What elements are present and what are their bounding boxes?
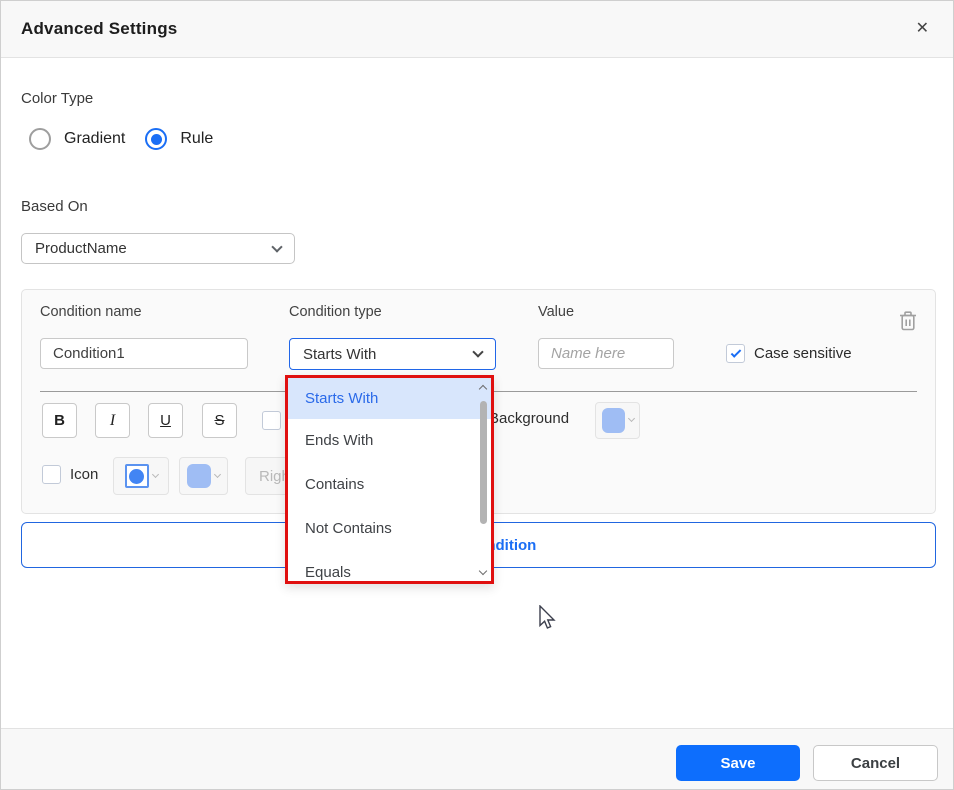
condition-type-label: Condition type bbox=[289, 304, 382, 320]
dialog-footer: Save Cancel bbox=[1, 728, 953, 789]
color-type-label: Color Type bbox=[21, 90, 94, 107]
radio-gradient-label[interactable]: Gradient bbox=[64, 130, 125, 148]
circle-shape-icon bbox=[124, 464, 149, 488]
color-swatch-icon bbox=[601, 408, 625, 433]
background-label: Background bbox=[489, 410, 570, 427]
condition-name-input[interactable] bbox=[40, 338, 248, 369]
cancel-button[interactable]: Cancel bbox=[813, 745, 938, 781]
dropdown-item-contains[interactable]: Contains bbox=[288, 463, 491, 507]
chevron-down-icon bbox=[213, 470, 222, 478]
italic-button[interactable]: I bbox=[95, 403, 130, 438]
dropdown-scrollbar[interactable] bbox=[475, 378, 491, 581]
based-on-select[interactable]: ProductName bbox=[21, 233, 295, 264]
chevron-down-icon bbox=[472, 346, 484, 358]
dropdown-item-not-contains[interactable]: Not Contains bbox=[288, 507, 491, 551]
font-color-checkbox[interactable] bbox=[262, 411, 281, 430]
radio-rule-label[interactable]: Rule bbox=[180, 130, 213, 148]
scroll-down-icon[interactable] bbox=[478, 566, 488, 576]
bold-button[interactable]: B bbox=[42, 403, 77, 438]
radio-rule[interactable] bbox=[145, 128, 168, 150]
page-title: Advanced Settings bbox=[21, 19, 178, 38]
dropdown-item-equals[interactable]: Equals bbox=[288, 551, 491, 581]
value-label: Value bbox=[538, 304, 575, 320]
delete-condition-button[interactable] bbox=[898, 310, 918, 335]
mouse-cursor-icon bbox=[538, 604, 557, 637]
radio-selected-dot-icon bbox=[150, 133, 162, 145]
condition-type-dropdown: Starts With Ends With Contains Not Conta… bbox=[285, 375, 494, 584]
scrollbar-thumb[interactable] bbox=[480, 401, 487, 524]
chevron-down-icon bbox=[627, 414, 635, 423]
icon-shape-picker[interactable] bbox=[113, 457, 169, 495]
save-button[interactable]: Save bbox=[676, 745, 800, 781]
dialog-header: Advanced Settings ✕ bbox=[1, 1, 953, 58]
underline-button[interactable]: U bbox=[148, 403, 183, 438]
condition-name-label: Condition name bbox=[40, 304, 142, 320]
dropdown-item-starts-with[interactable]: Starts With bbox=[288, 378, 491, 419]
check-icon bbox=[730, 346, 741, 358]
case-sensitive-checkbox[interactable] bbox=[726, 344, 745, 363]
case-sensitive-label[interactable]: Case sensitive bbox=[754, 345, 852, 362]
icon-checkbox[interactable] bbox=[42, 465, 61, 484]
case-sensitive-option: Case sensitive bbox=[726, 344, 852, 363]
radio-gradient[interactable] bbox=[29, 128, 51, 150]
condition-type-select[interactable]: Starts With bbox=[289, 338, 496, 370]
color-type-radio-group: Gradient Rule bbox=[29, 128, 213, 150]
trash-icon bbox=[900, 311, 916, 331]
advanced-settings-dialog: Advanced Settings ✕ Color Type Gradient … bbox=[0, 0, 954, 790]
based-on-label: Based On bbox=[21, 198, 88, 215]
value-input[interactable] bbox=[538, 338, 674, 369]
icon-label[interactable]: Icon bbox=[70, 466, 98, 483]
close-icon[interactable]: ✕ bbox=[912, 17, 933, 41]
chevron-down-icon bbox=[271, 240, 283, 253]
condition-type-value: Starts With bbox=[303, 345, 377, 363]
strikethrough-button[interactable]: S bbox=[202, 403, 237, 438]
chevron-down-icon bbox=[151, 470, 159, 478]
color-swatch-icon bbox=[187, 464, 211, 488]
based-on-value: ProductName bbox=[35, 240, 127, 257]
scroll-up-icon[interactable] bbox=[478, 384, 488, 394]
dropdown-item-ends-with[interactable]: Ends With bbox=[288, 419, 491, 463]
icon-color-picker[interactable] bbox=[179, 457, 228, 495]
background-color-picker[interactable] bbox=[595, 402, 640, 439]
